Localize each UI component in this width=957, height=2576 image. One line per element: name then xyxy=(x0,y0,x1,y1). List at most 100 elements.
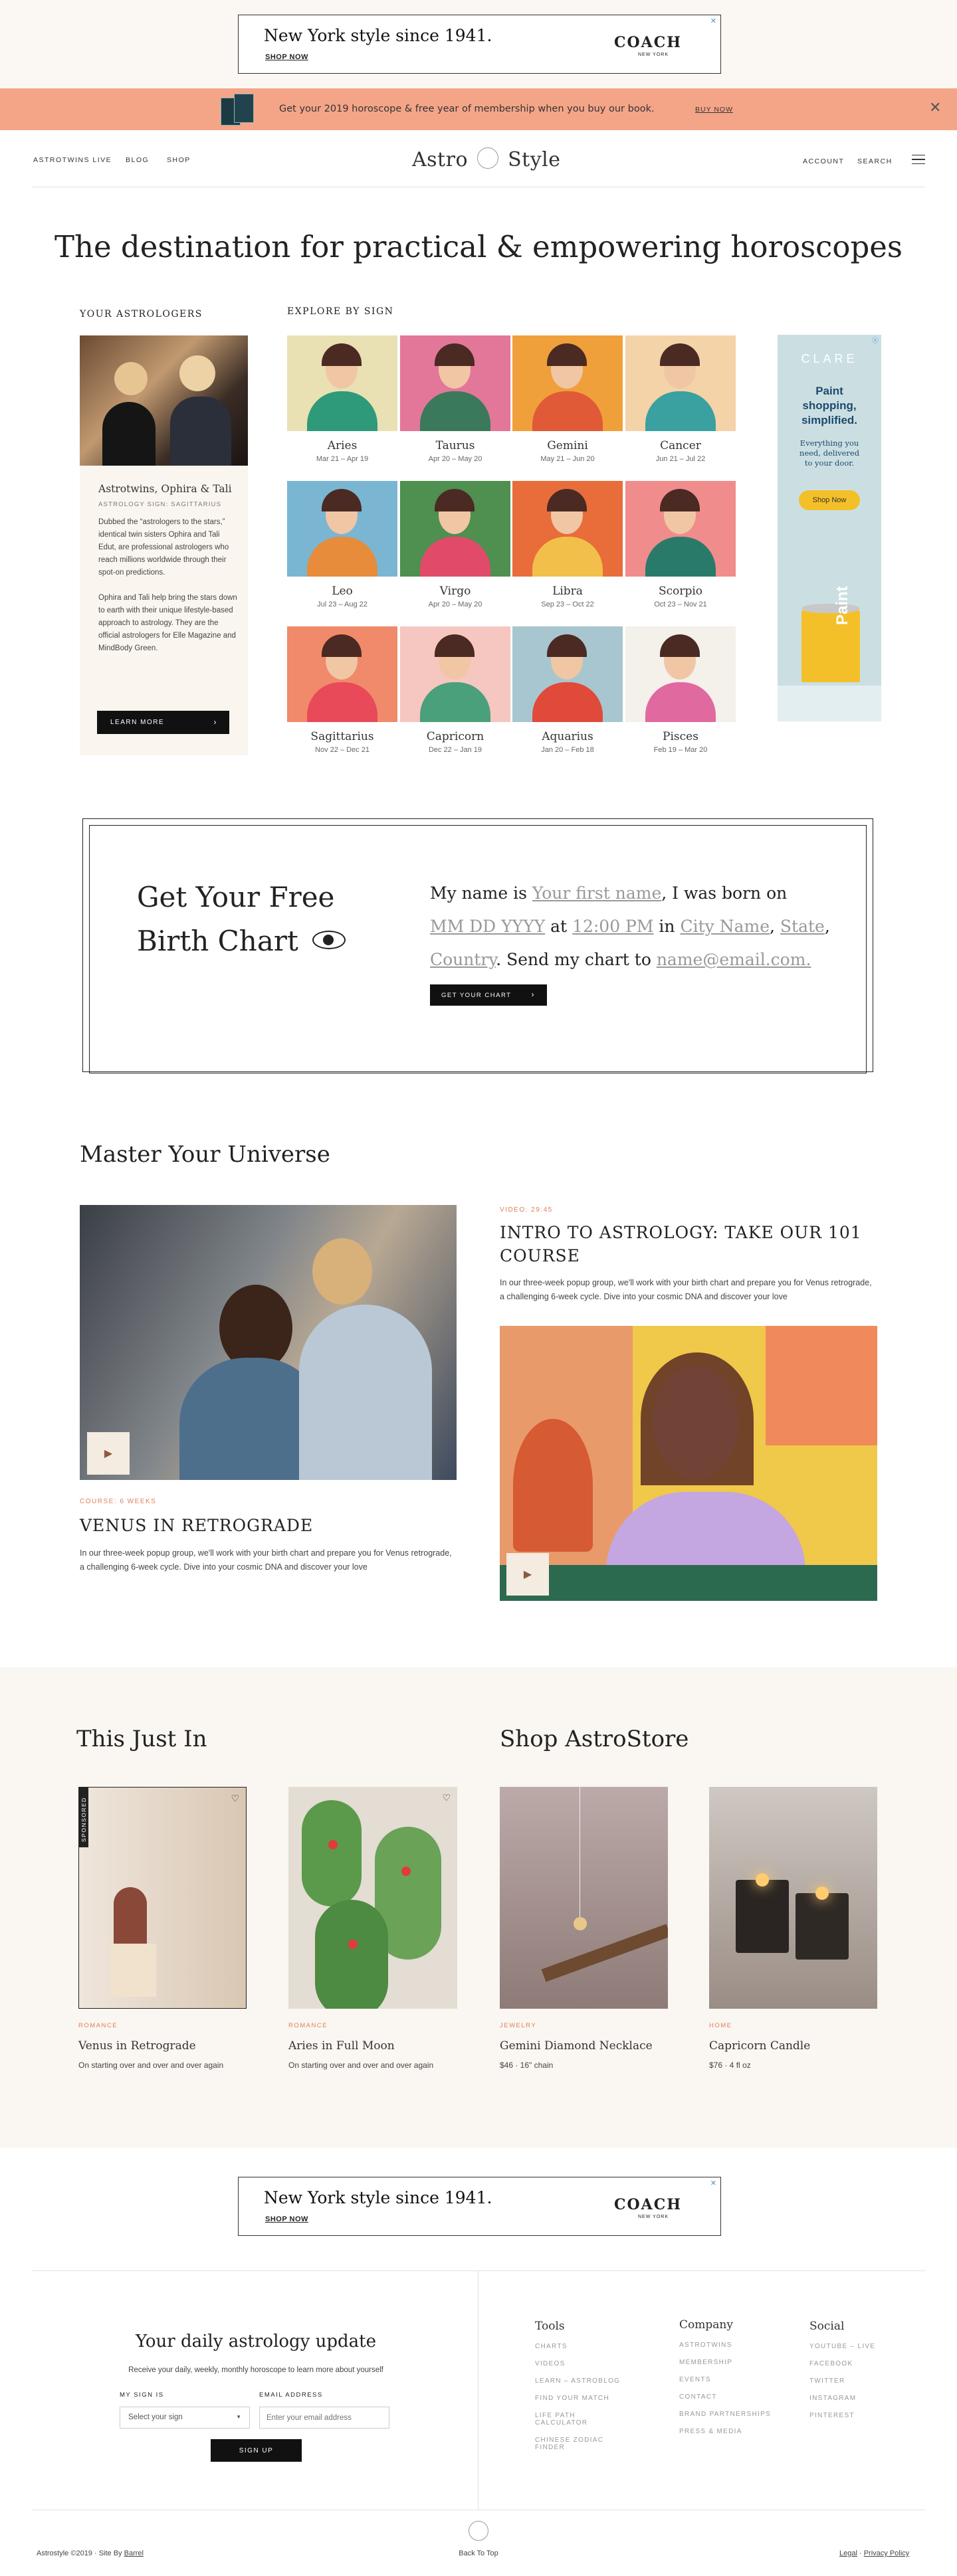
ad-shop-link[interactable]: SHOP NOW xyxy=(265,53,308,61)
newsletter-email-input[interactable] xyxy=(259,2407,389,2429)
footer-tools-link[interactable]: VIDEOS xyxy=(535,2360,628,2367)
sign-tile-gemini[interactable]: Gemini May 21 – Jun 20 xyxy=(512,335,623,463)
footer-tools-link[interactable]: LIFE PATH CALCULATOR xyxy=(535,2412,628,2427)
heart-icon[interactable]: ♡ xyxy=(231,1793,239,1804)
footer-company-link[interactable]: PRESS & MEDIA xyxy=(679,2428,772,2435)
sponsored-badge: SPONSORED xyxy=(80,1797,87,1842)
sign-tile-pisces[interactable]: Pisces Feb 19 – Mar 20 xyxy=(625,626,736,754)
aries-article-image[interactable]: ♡ xyxy=(288,1787,457,2009)
footer-tools-link[interactable]: CHARTS xyxy=(535,2343,628,2350)
side-ad[interactable]: ⓧ CLARE Paint shopping, simplified. Ever… xyxy=(778,335,881,721)
birth-time-field[interactable]: 12:00 PM xyxy=(572,917,653,936)
footer-tools-link[interactable]: FIND YOUR MATCH xyxy=(535,2395,628,2402)
nav-blog[interactable]: BLOG xyxy=(126,156,149,164)
sign-tile-capricorn[interactable]: Capricorn Dec 22 – Jan 19 xyxy=(400,626,510,754)
necklace-product-image[interactable] xyxy=(500,1787,668,2009)
back-to-top[interactable]: Back To Top xyxy=(452,2521,505,2557)
sign-date: Nov 22 – Dec 21 xyxy=(315,746,370,754)
logo-mark-icon xyxy=(477,147,499,169)
birth-chart-title: Get Your Free Birth Chart xyxy=(137,875,346,963)
form-text-2: , I was born on xyxy=(661,883,788,903)
footer-company-link[interactable]: CONTACT xyxy=(679,2393,772,2401)
sign-date: Jan 20 – Feb 18 xyxy=(541,746,594,754)
side-ad-shop-button[interactable]: Shop Now xyxy=(799,490,860,510)
article-title[interactable]: Aries in Full Moon xyxy=(288,2039,395,2053)
intro-course-image[interactable]: ▶ xyxy=(500,1326,877,1601)
product-title[interactable]: Capricorn Candle xyxy=(709,2039,810,2053)
sign-tile-libra[interactable]: Libra Sep 23 – Oct 22 xyxy=(512,481,623,608)
sign-tile-virgo[interactable]: Virgo Apr 20 – May 20 xyxy=(400,481,510,608)
form-text-3: at xyxy=(545,917,573,936)
product-title[interactable]: Gemini Diamond Necklace xyxy=(500,2039,653,2053)
sign-tile-sagittarius[interactable]: Sagittarius Nov 22 – Dec 21 xyxy=(287,626,397,754)
promo-close-icon[interactable]: ✕ xyxy=(929,99,941,116)
sign-tile-aries[interactable]: Aries Mar 21 – Apr 19 xyxy=(287,335,397,463)
promo-buy-link[interactable]: BUY NOW xyxy=(695,106,733,114)
footer-social-link[interactable]: FACEBOOK xyxy=(809,2360,903,2367)
article-category: ROMANCE xyxy=(78,2022,118,2029)
site-by-link[interactable]: Barrel xyxy=(124,2549,144,2557)
nav-search[interactable]: SEARCH xyxy=(857,157,893,165)
menu-icon[interactable] xyxy=(912,155,925,164)
sign-tile-scorpio[interactable]: Scorpio Oct 23 – Nov 21 xyxy=(625,481,736,608)
candle-product-image[interactable] xyxy=(709,1787,877,2009)
sign-up-button[interactable]: SIGN UP xyxy=(211,2439,302,2462)
intro-course-title[interactable]: INTRO TO ASTROLOGY: TAKE OUR 101 COURSE xyxy=(500,1221,879,1267)
ad-shop-link[interactable]: SHOP NOW xyxy=(265,2215,308,2223)
sign-tile-cancer[interactable]: Cancer Jun 21 – Jul 22 xyxy=(625,335,736,463)
footer-tools-link[interactable]: LEARN – ASTROBLOG xyxy=(535,2377,628,2385)
sign-date: Dec 22 – Jan 19 xyxy=(428,746,482,754)
footer-tools-link[interactable]: CHINESE ZODIAC FINDER xyxy=(535,2437,628,2451)
bottom-ad[interactable]: New York style since 1941. SHOP NOW COAC… xyxy=(238,2177,721,2236)
birth-date-field[interactable]: MM DD YYYY xyxy=(430,917,545,936)
state-field[interactable]: State xyxy=(780,917,825,936)
form-text-4: in xyxy=(653,917,681,936)
play-icon[interactable]: ▶ xyxy=(506,1553,549,1596)
first-name-field[interactable]: Your first name xyxy=(532,883,661,903)
nav-shop[interactable]: SHOP xyxy=(167,156,191,164)
sign-select-value: Select your sign xyxy=(128,2413,183,2421)
footer-social-link[interactable]: YOUTUBE – LIVE xyxy=(809,2343,903,2350)
heart-icon[interactable]: ♡ xyxy=(442,1792,451,1803)
sign-tile-leo[interactable]: Leo Jul 23 – Aug 22 xyxy=(287,481,397,608)
ad-logo: COACH xyxy=(613,2196,682,2213)
ad-close-icon[interactable]: ✕ xyxy=(710,17,716,25)
sign-select[interactable]: Select your sign ▼ xyxy=(120,2407,250,2429)
country-field[interactable]: Country xyxy=(430,950,496,969)
birth-chart-form: My name is Your first name, I was born o… xyxy=(430,877,832,976)
footer-company-link[interactable]: ASTROTWINS xyxy=(679,2342,772,2349)
play-icon[interactable]: ▶ xyxy=(87,1432,130,1475)
venus-article-image[interactable]: SPONSORED ♡ xyxy=(78,1787,247,2009)
sign-tile-aquarius[interactable]: Aquarius Jan 20 – Feb 18 xyxy=(512,626,623,754)
legal-link[interactable]: Legal xyxy=(839,2549,857,2557)
venus-course-title[interactable]: VENUS IN RETROGRADE xyxy=(80,1516,313,1535)
sign-name: Leo xyxy=(332,585,353,598)
nav-account[interactable]: ACCOUNT xyxy=(803,157,844,165)
footer-social-link[interactable]: TWITTER xyxy=(809,2377,903,2385)
sign-tile-taurus[interactable]: Taurus Apr 20 – May 20 xyxy=(400,335,510,463)
venus-course-label: COURSE: 6 WEEKS xyxy=(80,1498,157,1505)
venus-course-image[interactable]: ▶ xyxy=(80,1205,457,1480)
main-nav: ASTROTWINS LIVE BLOG SHOP Astro Style AC… xyxy=(32,130,925,187)
footer-company-link[interactable]: BRAND PARTNERSHIPS xyxy=(679,2411,772,2418)
product-desc: $46 · 16" chain xyxy=(500,2061,554,2070)
footer-company-link[interactable]: EVENTS xyxy=(679,2376,772,2383)
footer-company-link[interactable]: MEMBERSHIP xyxy=(679,2359,772,2366)
city-field[interactable]: City Name xyxy=(680,917,770,936)
site-logo[interactable]: Astro Style xyxy=(412,147,561,171)
astrologers-card: Astrotwins, Ophira & Tali ASTROLOGY SIGN… xyxy=(80,335,248,755)
ad-close-icon[interactable]: ✕ xyxy=(710,2179,716,2187)
top-ad[interactable]: New York style since 1941. SHOP NOW COAC… xyxy=(238,15,721,74)
footer-social-link[interactable]: PINTEREST xyxy=(809,2412,903,2419)
nav-astrotwins-live[interactable]: ASTROTWINS LIVE xyxy=(33,156,112,164)
article-title[interactable]: Venus in Retrograde xyxy=(78,2039,196,2053)
store-title: Shop AstroStore xyxy=(500,1726,689,1752)
get-chart-button[interactable]: GET YOUR CHART › xyxy=(430,984,547,1006)
ad-logo-sub: NEW YORK xyxy=(638,52,669,57)
astrologers-bio-1: Dubbed the “astrologers to the stars,” i… xyxy=(98,518,229,577)
side-ad-close-icon[interactable]: ⓧ xyxy=(872,335,879,345)
footer-social-link[interactable]: INSTAGRAM xyxy=(809,2395,903,2402)
learn-more-button[interactable]: LEARN MORE › xyxy=(97,711,229,734)
privacy-link[interactable]: Privacy Policy xyxy=(864,2549,909,2557)
email-field[interactable]: name@email.com. xyxy=(657,950,811,969)
